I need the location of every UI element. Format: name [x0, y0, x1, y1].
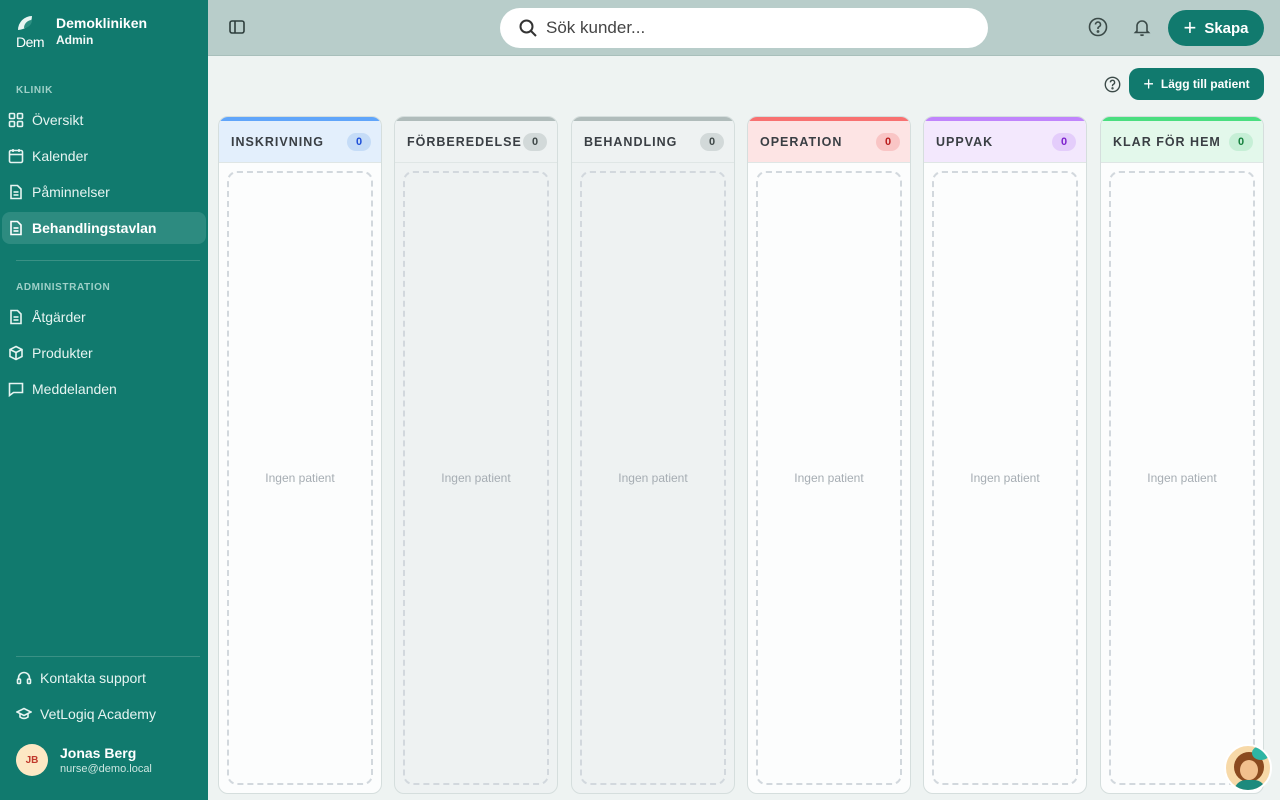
sidebar-divider [16, 260, 200, 261]
sidebar-item-behandlingstavlan[interactable]: Behandlingstavlan [2, 212, 206, 244]
document-icon [10, 184, 22, 200]
column-title: INSKRIVNING [231, 134, 324, 149]
empty-column-text: Ingen patient [441, 471, 511, 485]
bell-icon [1133, 20, 1151, 37]
assistant-avatar-button[interactable] [1224, 744, 1272, 792]
create-label: Skapa [1204, 19, 1249, 37]
sidebar-item-label: Meddelanden [32, 381, 117, 397]
notifications-button[interactable] [1132, 17, 1154, 39]
board-help-button[interactable] [1104, 76, 1122, 94]
empty-column-text: Ingen patient [794, 471, 864, 485]
column-header[interactable]: INSKRIVNING 0 [219, 121, 381, 163]
board-column: INSKRIVNING 0 Ingen patient [218, 116, 382, 794]
column-drop-zone[interactable]: Ingen patient [1109, 171, 1255, 785]
sidebar-item-meddelanden[interactable]: Meddelanden [2, 373, 206, 405]
column-count-badge: 0 [876, 132, 900, 151]
sidebar-item-label: Behandlingstavlan [32, 220, 157, 236]
column-header[interactable]: KLAR FÖR HEM 0 [1101, 121, 1263, 163]
column-drop-zone[interactable]: Ingen patient [227, 171, 373, 785]
search-input[interactable] [546, 18, 946, 38]
empty-column-text: Ingen patient [265, 471, 335, 485]
sidebar-item-produkter[interactable]: Produkter [2, 337, 206, 369]
column-title: FÖRBEREDELSE [407, 134, 522, 149]
column-count-badge: 0 [1229, 132, 1253, 151]
user-email: nurse@demo.local [60, 763, 152, 775]
document-icon [10, 220, 22, 236]
column-count-badge: 0 [347, 132, 371, 151]
academy-label: VetLogiq Academy [40, 706, 156, 722]
column-title: BEHANDLING [584, 134, 678, 149]
sidebar: Dem Demokliniken Admin KLINIK Översikt K… [0, 0, 208, 800]
user-role: Admin [56, 33, 94, 47]
column-header[interactable]: BEHANDLING 0 [572, 121, 734, 163]
column-header[interactable]: FÖRBEREDELSE 0 [395, 121, 557, 163]
calendar-icon [8, 149, 24, 164]
board-column: BEHANDLING 0 Ingen patient [571, 116, 735, 794]
board-column: UPPVAK 0 Ingen patient [923, 116, 1087, 794]
help-icon [1088, 17, 1108, 37]
sidebar-item-atgarder[interactable]: Åtgärder [2, 301, 206, 333]
section-label-administration: ADMINISTRATION [16, 282, 111, 293]
add-patient-button[interactable]: + Lägg till patient [1129, 68, 1264, 100]
grid-icon [8, 112, 24, 128]
graduation-cap-icon [16, 707, 32, 720]
empty-column-text: Ingen patient [970, 471, 1040, 485]
column-drop-zone[interactable]: Ingen patient [580, 171, 726, 785]
headset-icon [16, 671, 32, 685]
sidebar-divider [16, 656, 200, 657]
column-title: UPPVAK [936, 134, 994, 149]
clinic-logo-icon: Dem [16, 14, 46, 48]
document-icon [10, 309, 22, 325]
board-column: FÖRBEREDELSE 0 Ingen patient [394, 116, 558, 794]
empty-column-text: Ingen patient [618, 471, 688, 485]
package-icon [9, 345, 23, 361]
column-count-badge: 0 [1052, 132, 1076, 151]
column-header[interactable]: UPPVAK 0 [924, 121, 1086, 163]
user-profile[interactable]: JB Jonas Berg nurse@demo.local [16, 744, 152, 776]
academy-link[interactable]: VetLogiq Academy [16, 706, 156, 722]
section-label-klinik: KLINIK [16, 85, 53, 96]
column-drop-zone[interactable]: Ingen patient [932, 171, 1078, 785]
column-drop-zone[interactable]: Ingen patient [756, 171, 902, 785]
board-column: KLAR FÖR HEM 0 Ingen patient [1100, 116, 1264, 794]
help-icon [1104, 76, 1121, 93]
column-drop-zone[interactable]: Ingen patient [403, 171, 549, 785]
column-count-badge: 0 [523, 132, 547, 151]
column-count-badge: 0 [700, 132, 724, 151]
sidebar-item-label: Påminnelser [32, 184, 110, 200]
column-title: KLAR FÖR HEM [1113, 134, 1221, 149]
logo-fragment: Dem [16, 34, 45, 48]
contact-support-link[interactable]: Kontakta support [16, 670, 146, 686]
avatar: JB [16, 744, 48, 776]
sidebar-item-label: Översikt [32, 112, 84, 128]
help-button[interactable] [1088, 17, 1110, 39]
sidebar-toggle-button[interactable] [228, 18, 248, 38]
add-patient-label: Lägg till patient [1160, 77, 1250, 91]
plus-icon: + [1183, 15, 1197, 40]
sidebar-item-kalender[interactable]: Kalender [2, 140, 206, 172]
sidebar-item-label: Åtgärder [32, 309, 86, 325]
board-column: OPERATION 0 Ingen patient [747, 116, 911, 794]
sidebar-item-label: Kalender [32, 148, 89, 164]
message-icon [8, 382, 24, 397]
column-header[interactable]: OPERATION 0 [748, 121, 910, 163]
search-icon [519, 19, 537, 37]
sidebar-item-paminnelser[interactable]: Påminnelser [2, 176, 206, 208]
column-title: OPERATION [760, 134, 843, 149]
support-label: Kontakta support [40, 670, 146, 686]
topbar: + Skapa [208, 0, 1280, 56]
sidebar-item-oversikt[interactable]: Översikt [2, 104, 206, 136]
brand[interactable]: Dem Demokliniken Admin [16, 14, 147, 48]
empty-column-text: Ingen patient [1147, 471, 1217, 485]
plus-icon: + [1143, 74, 1154, 94]
sidebar-item-label: Produkter [32, 345, 93, 361]
clinic-name: Demokliniken [56, 15, 148, 31]
search-bar[interactable] [500, 8, 988, 48]
user-name: Jonas Berg [60, 745, 137, 761]
create-button[interactable]: + Skapa [1168, 10, 1264, 46]
sidebar-toggle-icon [229, 20, 245, 34]
